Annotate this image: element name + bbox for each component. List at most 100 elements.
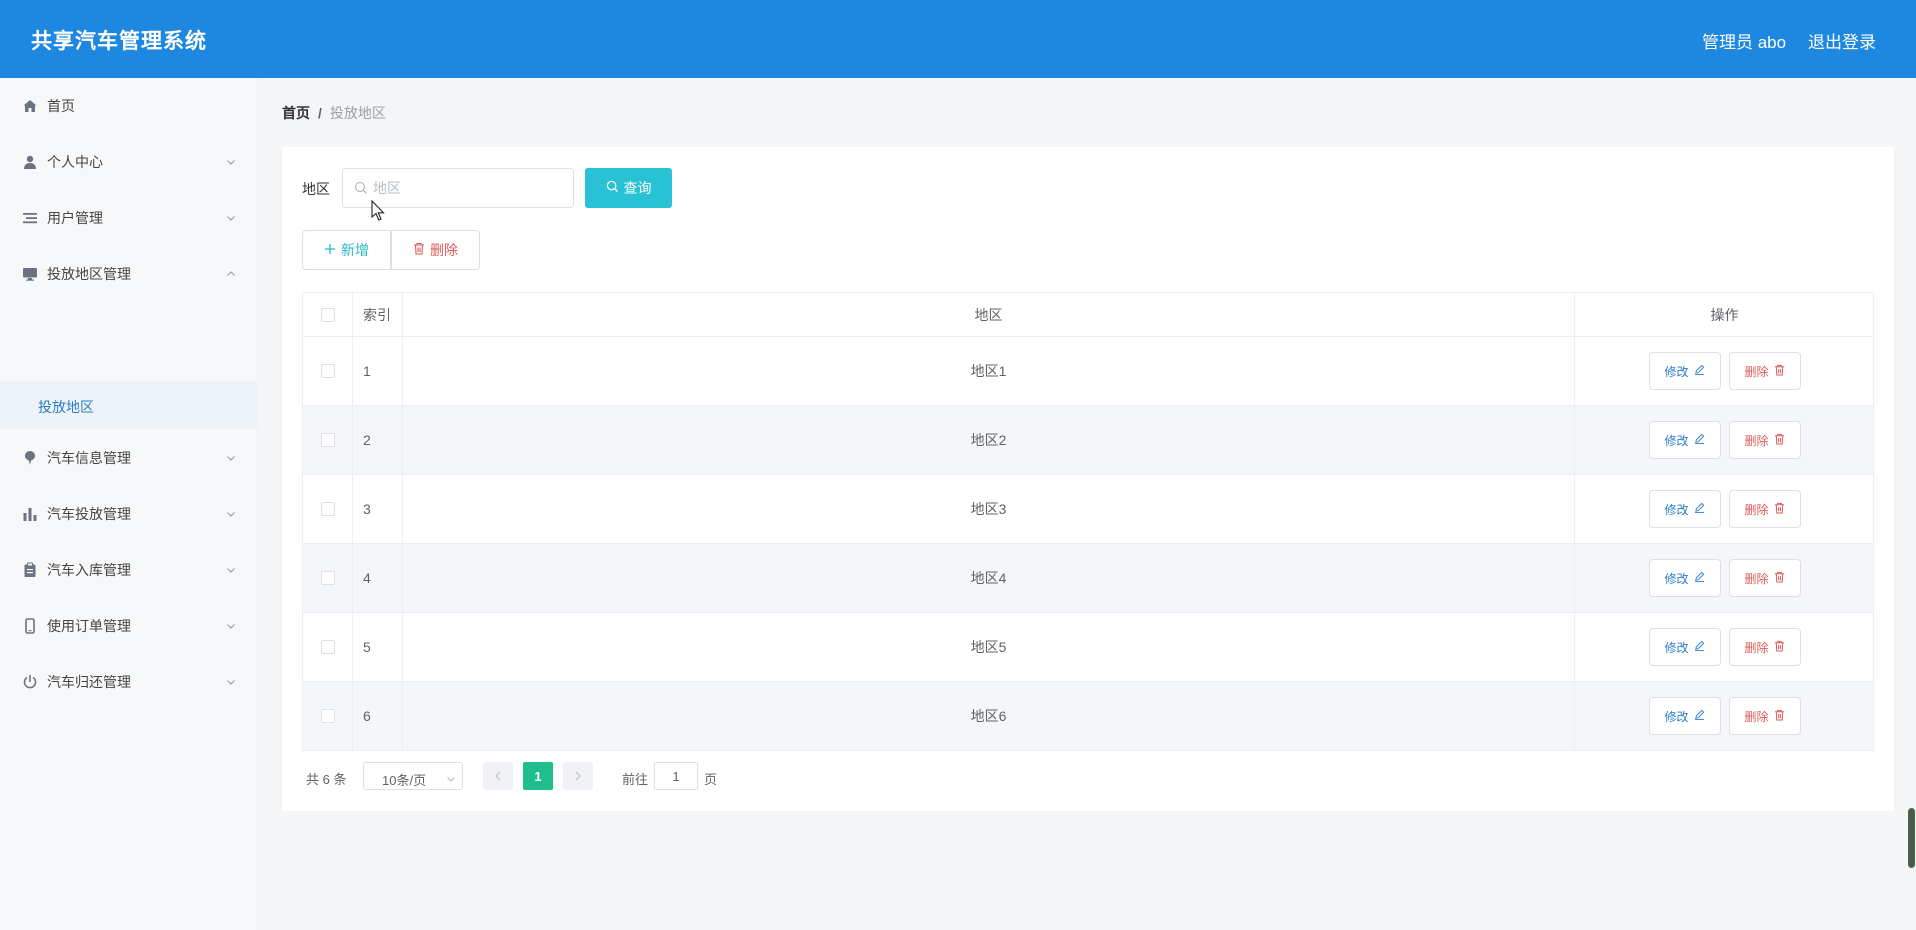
row-checkbox[interactable] [320, 709, 335, 723]
edit-button[interactable]: 修改 [1648, 559, 1721, 597]
edit-button[interactable]: 修改 [1648, 628, 1721, 666]
logout-link[interactable]: 退出登录 [1808, 28, 1876, 53]
chevron-down-icon [226, 213, 236, 223]
page-button-current[interactable]: 1 [523, 762, 553, 790]
mouse-cursor-icon [371, 200, 385, 221]
sidebar-item-home[interactable]: 首页 [0, 84, 258, 128]
sidebar-item-car-return[interactable]: 汽车归还管理 [0, 660, 258, 704]
edit-button[interactable]: 修改 [1648, 490, 1721, 528]
delete-button-label: 删除 [1744, 640, 1769, 655]
sidebar-item-user-management[interactable]: 用户管理 [0, 196, 258, 240]
table-row: 5 地区5 修改 删除 [303, 613, 1873, 682]
goto-label: 前往 [622, 772, 649, 787]
sidebar-item-car-deploy[interactable]: 汽车投放管理 [0, 492, 258, 536]
row-checkbox[interactable] [320, 571, 335, 585]
trash-icon [413, 242, 425, 258]
delete-button[interactable]: 删除 [1728, 490, 1801, 528]
goto-page-input[interactable] [654, 762, 698, 790]
row-checkbox[interactable] [320, 364, 335, 378]
breadcrumb-current: 投放地区 [329, 105, 386, 121]
user-icon [22, 154, 38, 170]
search-input[interactable] [373, 169, 563, 207]
sidebar-item-label: 使用订单管理 [47, 618, 131, 634]
next-page-button[interactable] [563, 762, 593, 790]
header-area: 地区 [974, 306, 1003, 323]
sidebar-item-label: 用户管理 [47, 210, 103, 226]
row-area: 地区3 [970, 501, 1007, 517]
app-title: 共享汽车管理系统 [31, 30, 207, 53]
row-checkbox[interactable] [320, 433, 335, 447]
table-row: 4 地区4 修改 删除 [303, 544, 1873, 613]
chevron-down-icon [226, 565, 236, 575]
delete-button[interactable]: 删除 [1728, 628, 1801, 666]
table-row: 3 地区3 修改 删除 [303, 475, 1873, 544]
trash-icon [1774, 709, 1785, 724]
sidebar-item-car-storage[interactable]: 汽车入库管理 [0, 548, 258, 592]
select-all-checkbox[interactable] [320, 307, 335, 322]
query-button[interactable]: 查询 [585, 168, 672, 208]
row-area: 地区4 [970, 570, 1007, 586]
delete-button-label: 删除 [1744, 571, 1769, 586]
table-row: 2 地区2 修改 删除 [303, 406, 1873, 475]
edit-button-label: 修改 [1664, 709, 1689, 724]
breadcrumb-separator: / [318, 105, 322, 121]
row-checkbox[interactable] [320, 640, 335, 654]
add-button-label: 新增 [341, 242, 369, 258]
edit-button[interactable]: 修改 [1648, 352, 1721, 390]
delete-button[interactable]: 删除 [1728, 559, 1801, 597]
scrollbar-thumb[interactable] [1908, 808, 1915, 868]
row-index: 4 [363, 570, 371, 586]
row-checkbox[interactable] [320, 502, 335, 516]
edit-icon [1694, 364, 1705, 378]
chevron-down-icon [226, 677, 236, 687]
sidebar-item-car-info[interactable]: 汽车信息管理 [0, 436, 258, 480]
page-size-select[interactable]: 10条/页 [363, 762, 463, 790]
plus-icon [324, 242, 336, 258]
edit-button-label: 修改 [1664, 640, 1689, 655]
edit-icon [1694, 709, 1705, 723]
search-icon [354, 181, 368, 195]
clipboard-icon [22, 562, 38, 578]
row-area: 地区1 [970, 363, 1007, 379]
delete-button-label: 删除 [1744, 364, 1769, 379]
row-index: 2 [363, 432, 371, 448]
edit-icon [1694, 571, 1705, 585]
delete-button[interactable]: 删除 [1728, 421, 1801, 459]
chevron-right-icon [575, 771, 581, 781]
sidebar-item-personal-center[interactable]: 个人中心 [0, 140, 258, 184]
delete-button-label: 删除 [1744, 433, 1769, 448]
delete-button[interactable]: 删除 [1728, 697, 1801, 735]
edit-button-label: 修改 [1664, 433, 1689, 448]
edit-button[interactable]: 修改 [1648, 697, 1721, 735]
edit-icon [1694, 502, 1705, 516]
monitor-icon [22, 266, 38, 282]
prev-page-button[interactable] [483, 762, 513, 790]
sidebar-item-area-management[interactable]: 投放地区管理 [0, 252, 258, 296]
edit-button[interactable]: 修改 [1648, 421, 1721, 459]
header-index: 索引 [363, 306, 391, 323]
phone-icon [22, 618, 38, 634]
table-header: 索引 地区 操作 [303, 293, 1873, 337]
sidebar-item-label: 首页 [47, 98, 75, 114]
sidebar-item-order-management[interactable]: 使用订单管理 [0, 604, 258, 648]
chevron-down-icon [226, 509, 236, 519]
sidebar-item-label: 汽车入库管理 [47, 562, 131, 578]
add-button[interactable]: 新增 [302, 230, 391, 270]
edit-button-label: 修改 [1664, 502, 1689, 517]
sidebar-item-label: 汽车信息管理 [47, 450, 131, 466]
batch-delete-button[interactable]: 删除 [391, 230, 480, 270]
list-icon [22, 210, 38, 226]
delete-button[interactable]: 删除 [1728, 352, 1801, 390]
power-icon [22, 674, 38, 690]
edit-icon [1694, 433, 1705, 447]
row-index: 3 [363, 501, 371, 517]
breadcrumb-home[interactable]: 首页 [282, 105, 310, 121]
sidebar-subitem-area[interactable]: 投放地区 [0, 381, 258, 429]
delete-button-label: 删除 [1744, 709, 1769, 724]
trash-icon [1774, 640, 1785, 655]
row-area: 地区6 [970, 708, 1007, 724]
chevron-up-icon [226, 269, 236, 279]
query-button-label: 查询 [623, 180, 652, 196]
edit-icon [1694, 640, 1705, 654]
sidebar-item-label: 汽车投放管理 [47, 506, 131, 522]
